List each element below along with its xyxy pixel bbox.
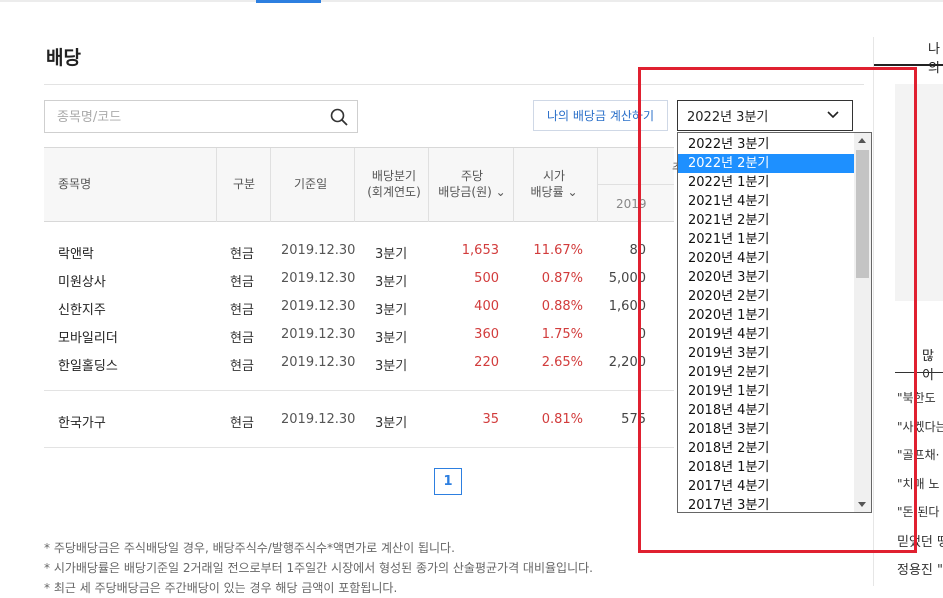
col-divider	[354, 148, 355, 222]
header-quarter: 배당분기 (회계연도)	[362, 168, 426, 200]
dividend-yield: 0.81%	[541, 412, 583, 427]
dividend-amount: 35	[482, 412, 499, 427]
dividend-quarter: 3분기	[375, 359, 408, 374]
record-date: 2019.12.30	[281, 355, 356, 370]
header-yield-line2: 배당률	[530, 185, 564, 199]
dividend-yield: 1.75%	[541, 327, 583, 342]
header-name: 종목명	[58, 177, 92, 191]
footnotes: * 주당배당금은 주식배당일 경우, 배당주식수/발행주식수*액면가로 계산이 …	[44, 538, 593, 598]
dividend-yield: 2.65%	[541, 355, 583, 370]
header-yield-line1: 시가	[542, 169, 566, 183]
header-quarter-line2: (회계연도)	[367, 185, 421, 199]
dividend-quarter: 3분기	[375, 416, 408, 431]
sidebar-tab-underline	[874, 64, 943, 66]
header-kind: 구분	[233, 177, 256, 191]
table-row[interactable]: 락앤락 현금 2019.12.30 3분기 1,653 11.67% 80	[44, 237, 674, 265]
news-item[interactable]: 정용진 "	[897, 559, 943, 578]
record-date: 2019.12.30	[281, 327, 356, 342]
table-row[interactable]: 모바일리더 현금 2019.12.30 3분기 360 1.75% 0	[44, 321, 674, 349]
active-tab-indicator	[256, 0, 321, 3]
col-divider	[270, 148, 271, 222]
col-divider	[597, 148, 598, 222]
header-date: 기준일	[294, 177, 328, 191]
stock-name[interactable]: 한일홀딩스	[58, 355, 118, 374]
table-row[interactable]: 미원상사 현금 2019.12.30 3분기 500 0.87% 5,000	[44, 265, 674, 293]
footnote: * 최근 세 주당배당금은 주간배당이 있는 경우 해당 금액이 포함됩니다.	[44, 581, 398, 595]
table-header: 종목명 구분 기준일 배당분기 (회계연도) 주당 배당금(원) ⌄ 시가 배당…	[44, 148, 683, 222]
page-title: 배당	[46, 47, 81, 69]
record-date: 2019.12.30	[281, 243, 356, 258]
stock-name[interactable]: 한국가구	[58, 412, 106, 431]
stock-name[interactable]: 미원상사	[58, 271, 106, 290]
row-divider	[44, 390, 674, 391]
dividend-amount: 220	[474, 355, 499, 370]
record-date: 2019.12.30	[281, 299, 356, 314]
col-divider	[428, 148, 429, 222]
sidebar-tab-popular[interactable]: 많이	[922, 345, 943, 383]
dividend-kind: 현금	[230, 275, 254, 290]
col-divider	[216, 148, 217, 222]
dividend-quarter: 3분기	[375, 303, 408, 318]
dividend-amount: 1,653	[461, 243, 499, 258]
dividend-kind: 현금	[230, 359, 254, 374]
page-button-1[interactable]: 1	[434, 468, 462, 495]
top-border	[0, 0, 943, 2]
search-icon[interactable]	[329, 107, 349, 127]
dividend-yield: 11.67%	[533, 243, 583, 258]
stock-name[interactable]: 모바일리더	[58, 327, 118, 346]
search-box	[44, 100, 358, 133]
dividend-quarter: 3분기	[375, 275, 408, 290]
dividend-yield: 0.87%	[541, 271, 583, 286]
dividend-kind: 현금	[230, 416, 254, 431]
dividend-kind: 현금	[230, 303, 254, 318]
dividend-quarter: 3분기	[375, 331, 408, 346]
row-divider	[44, 447, 674, 448]
dividend-quarter: 3분기	[375, 247, 408, 262]
header-amount[interactable]: 주당 배당금(원) ⌄	[432, 168, 512, 200]
header-quarter-line1: 배당분기	[371, 169, 417, 183]
sort-chevron-icon[interactable]: ⌄	[564, 185, 577, 199]
search-input[interactable]	[57, 107, 317, 127]
header-yield[interactable]: 시가 배당률 ⌄	[514, 168, 594, 200]
dividend-yield: 0.88%	[541, 299, 583, 314]
header-amount-line2: 배당금(원)	[438, 185, 492, 199]
header-amount-line1: 주당	[460, 169, 484, 183]
dividend-kind: 현금	[230, 331, 254, 346]
footnote: * 시가배당률은 배당기준일 2거래일 전으로부터 1주일간 시장에서 형성된 …	[44, 561, 593, 575]
table-row[interactable]: 한국가구 현금 2019.12.30 3분기 35 0.81% 575	[44, 406, 674, 434]
dividend-kind: 현금	[230, 247, 254, 262]
footnote: * 주당배당금은 주식배당일 경우, 배당주식수/발행주식수*액면가로 계산이 …	[44, 541, 455, 555]
highlight-annotation-box	[638, 67, 917, 553]
table-row[interactable]: 신한지주 현금 2019.12.30 3분기 400 0.88% 1,600	[44, 293, 674, 321]
dividend-amount: 400	[474, 299, 499, 314]
record-date: 2019.12.30	[281, 271, 356, 286]
stock-name[interactable]: 락앤락	[58, 243, 94, 262]
stock-name[interactable]: 신한지주	[58, 299, 106, 318]
col-divider	[513, 148, 514, 222]
dividend-amount: 500	[474, 271, 499, 286]
dividend-amount: 360	[474, 327, 499, 342]
sidebar-tab-mine[interactable]: 나의	[928, 38, 943, 76]
record-date: 2019.12.30	[281, 412, 356, 427]
table-row[interactable]: 한일홀딩스 현금 2019.12.30 3분기 220 2.65% 2,200	[44, 349, 674, 377]
sort-chevron-icon[interactable]: ⌄	[492, 185, 506, 199]
